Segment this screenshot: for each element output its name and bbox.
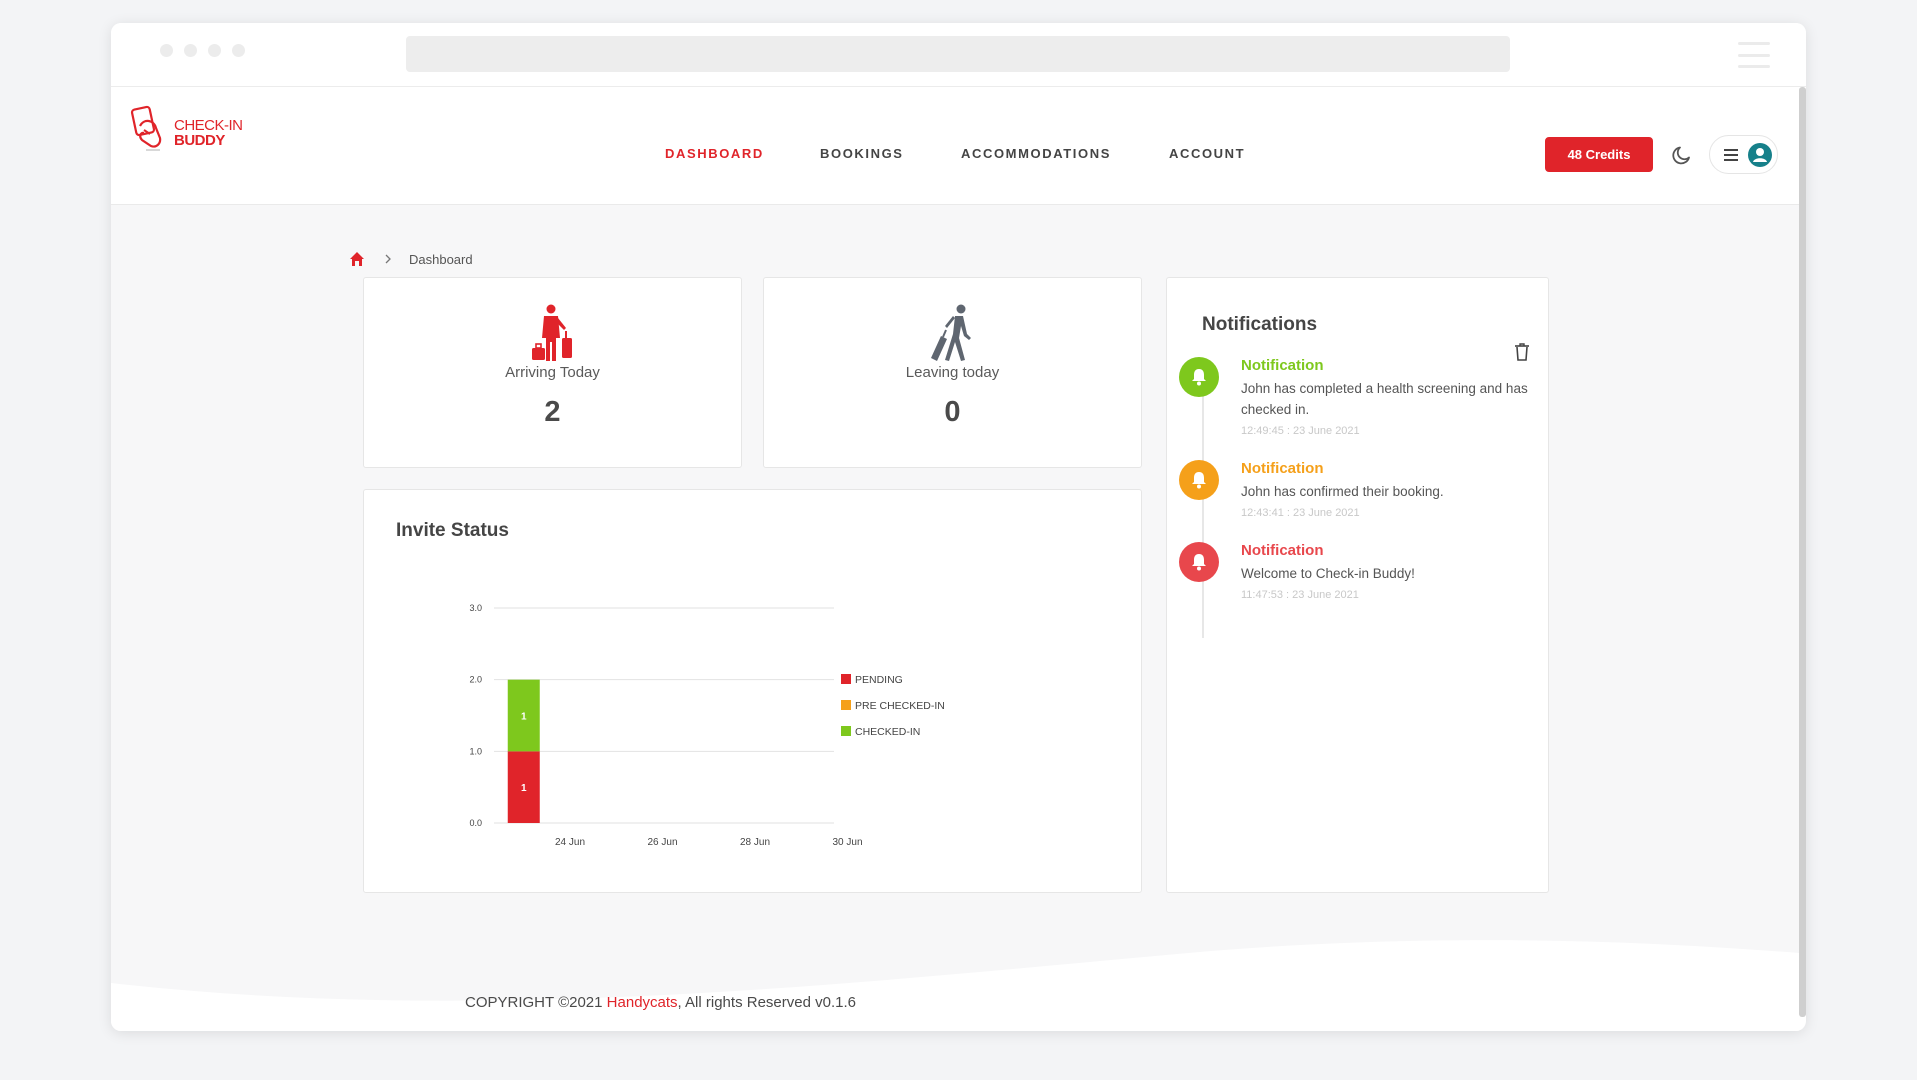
chart-legend-swatch [841,726,851,736]
chart-y-tick-label: 3.0 [469,603,482,613]
invite-status-card: Invite Status 0.0 1.0 2.0 3.0 24 Jun 26 Jun 28… [363,489,1142,893]
notification-time: 12:43:41 : 23 June 2021 [1241,507,1360,519]
top-navbar: CHECK-IN BUDDY DASHBOARD BOOKINGS ACCOMM… [111,87,1799,205]
footer-rights: , All rights Reserved v0.1.6 [677,994,856,1011]
chart-legend-swatch [841,700,851,710]
nav-bookings[interactable]: BOOKINGS [820,146,904,161]
notification-time: 11:47:53 : 23 June 2021 [1241,589,1359,601]
window-dot [160,44,173,57]
chart-x-tick-label: 26 Jun [647,837,677,848]
dark-mode-moon-icon[interactable] [1670,143,1694,167]
chart-legend-label: PENDING [855,674,903,686]
user-icon [1753,148,1767,162]
chevron-right-icon [385,254,391,264]
avatar [1748,143,1772,167]
leaving-traveler-icon [930,304,971,361]
chart-x-tick-label: 30 Jun [832,837,862,848]
chart-y-tick-label: 2.0 [469,675,482,685]
bell-icon [1192,369,1206,386]
hamburger-icon [1724,149,1738,161]
page-scrollbar[interactable] [1799,87,1806,1017]
chart-data-label: 1 [521,712,527,723]
nav-dashboard[interactable]: DASHBOARD [665,146,764,161]
footer-copyright: COPYRIGHT ©2021 [465,994,607,1011]
notification-bell-badge [1179,542,1219,582]
invite-status-chart: 0.0 1.0 2.0 3.0 24 Jun 26 Jun 28 Jun 30 Jun 1 1 PE… [469,603,945,848]
notification-title: Notification [1241,357,1324,374]
leaving-today-card: Leaving today 0 [763,277,1142,468]
breadcrumb: Dashboard [349,251,473,267]
arriving-traveler-icon [531,304,572,361]
chart-y-tick-label: 1.0 [469,746,482,756]
breadcrumb-current: Dashboard [409,251,473,267]
trash-icon[interactable] [1514,342,1530,362]
home-icon[interactable] [349,251,365,267]
footer-company-link[interactable]: Handycats [607,994,678,1011]
chart-x-tick-label: 24 Jun [555,837,585,848]
notifications-title: Notifications [1202,314,1318,335]
window-dot [232,44,245,57]
nav-accommodations[interactable]: ACCOMMODATIONS [961,146,1111,161]
footer: COPYRIGHT ©2021 Handycats, All rights Re… [465,994,856,1011]
notification-message: Welcome to Check-in Buddy! [1241,566,1415,581]
chart-legend-label: PRE CHECKED-IN [855,700,945,712]
browser-window: CHECK-IN BUDDY DASHBOARD BOOKINGS ACCOMM… [111,23,1806,1031]
chart-x-tick-label: 28 Jun [740,837,770,848]
chart-y-tick-label: 0.0 [469,818,482,828]
bell-icon [1192,554,1206,571]
nav-account[interactable]: ACCOUNT [1169,146,1245,161]
notification-bell-badge [1179,357,1219,397]
notification-message: John has confirmed their booking. [1241,484,1444,499]
bell-icon [1192,472,1206,489]
arriving-today-value: 2 [544,396,561,428]
leaving-today-value: 0 [944,396,961,428]
user-menu-button[interactable] [1709,135,1778,174]
address-bar[interactable] [406,36,1510,72]
leaving-today-label: Leaving today [905,364,1000,381]
notification-message: John has completed a health screening an… [1241,381,1528,417]
notification-title: Notification [1241,542,1324,559]
chart-legend-swatch [841,674,851,684]
notifications-card: Notifications Notification John has comp… [1166,277,1549,893]
decorative-wave [111,940,1799,1031]
chart-legend-label: CHECKED-IN [855,726,920,738]
window-dot [208,44,221,57]
arriving-today-label: Arriving Today [505,364,600,381]
window-dot [184,44,197,57]
arriving-today-card: Arriving Today 2 [363,277,742,468]
notification-time: 12:49:45 : 23 June 2021 [1241,425,1360,437]
chart-data-label: 1 [521,783,527,794]
browser-chrome [111,23,1806,87]
credits-button[interactable]: 48 Credits [1545,137,1653,172]
notification-title: Notification [1241,460,1324,477]
timeline-line [1202,368,1204,638]
notification-bell-badge [1179,460,1219,500]
browser-menu-icon[interactable] [1738,42,1770,68]
